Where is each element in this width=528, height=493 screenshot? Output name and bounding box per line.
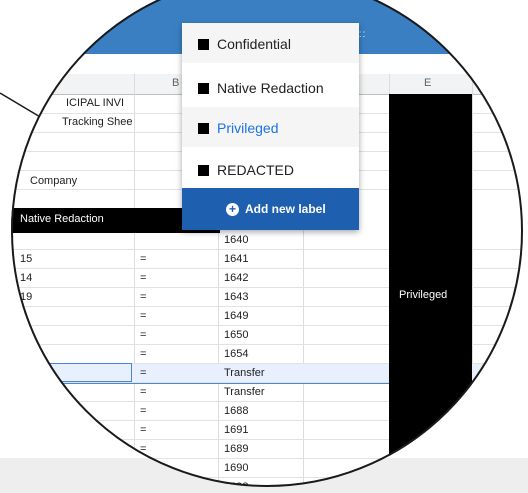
table-cell[interactable]: Transfer	[224, 386, 265, 398]
table-cell[interactable]: Transfer	[224, 367, 265, 379]
table-cell[interactable]: 1654	[224, 348, 248, 360]
table-cell[interactable]: =	[140, 329, 146, 341]
color-swatch-icon	[198, 165, 209, 176]
add-new-label-text: Add new label	[245, 202, 326, 216]
dropdown-item-label: Native Redaction	[217, 80, 324, 96]
spreadsheet: ::: B E ICIPAL INVI Tracking Shee Compan…	[11, 0, 523, 487]
add-new-label-button[interactable]: + Add new label	[182, 188, 359, 230]
active-cell[interactable]	[11, 363, 132, 382]
table-cell[interactable]: 15	[20, 253, 32, 265]
plus-circle-icon: +	[226, 203, 239, 216]
table-cell[interactable]: =	[140, 348, 146, 360]
table-cell[interactable]: =	[140, 272, 146, 284]
table-cell[interactable]: 1641	[224, 253, 248, 265]
color-swatch-icon	[198, 123, 209, 134]
table-cell[interactable]: 1649	[224, 310, 248, 322]
gridline	[134, 74, 135, 487]
table-cell[interactable]: 1643	[224, 291, 248, 303]
table-cell[interactable]: 1690	[224, 462, 248, 474]
table-cell[interactable]: =	[140, 310, 146, 322]
magnifier-lens: ::: B E ICIPAL INVI Tracking Shee Compan…	[11, 0, 523, 487]
cell-tracking-sheet[interactable]: Tracking Shee	[62, 116, 133, 128]
table-cell[interactable]: =	[140, 367, 146, 379]
cell-principal-investigator[interactable]: ICIPAL INVI	[66, 97, 124, 109]
table-cell[interactable]: =	[140, 386, 146, 398]
label-dropdown-menu: Confidential Native Redaction Privileged…	[182, 23, 359, 230]
table-cell[interactable]: 2	[20, 310, 26, 322]
dropdown-item-redacted[interactable]: REDACTED	[182, 149, 359, 189]
cell-company[interactable]: Company	[30, 175, 77, 187]
table-cell[interactable]: ?	[20, 329, 26, 341]
table-cell[interactable]: 1640	[224, 234, 248, 246]
table-cell[interactable]: 1650	[224, 329, 248, 341]
table-cell[interactable]: 19	[20, 291, 32, 303]
table-cell[interactable]: =	[140, 291, 146, 303]
table-cell[interactable]: =	[140, 443, 146, 455]
dropdown-item-native-redaction[interactable]: Native Redaction	[182, 67, 359, 107]
dropdown-item-label: REDACTED	[217, 162, 295, 178]
color-swatch-icon	[198, 83, 209, 94]
table-cell[interactable]: 1688	[224, 405, 248, 417]
table-cell[interactable]: =	[140, 424, 146, 436]
gridline	[472, 74, 473, 487]
privileged-redaction-label: Privileged	[399, 289, 448, 301]
table-cell[interactable]: 1693	[224, 481, 248, 487]
dropdown-item-label: Confidential	[217, 36, 291, 52]
dropdown-item-confidential[interactable]: Confidential	[182, 23, 359, 63]
table-cell[interactable]: =	[140, 253, 146, 265]
column-header-e[interactable]: E	[424, 77, 431, 89]
table-cell[interactable]: =	[140, 405, 146, 417]
column-header-b[interactable]: B	[172, 77, 179, 89]
dropdown-item-privileged[interactable]: Privileged	[182, 107, 359, 147]
table-cell[interactable]: 1642	[224, 272, 248, 284]
table-cell[interactable]: 1691	[224, 424, 248, 436]
color-swatch-icon	[198, 39, 209, 50]
table-cell[interactable]: 1689	[224, 443, 248, 455]
dropdown-item-label: Privileged	[217, 120, 279, 136]
table-cell[interactable]: 14	[20, 272, 32, 284]
native-redaction-label: Native Redaction	[20, 213, 104, 225]
